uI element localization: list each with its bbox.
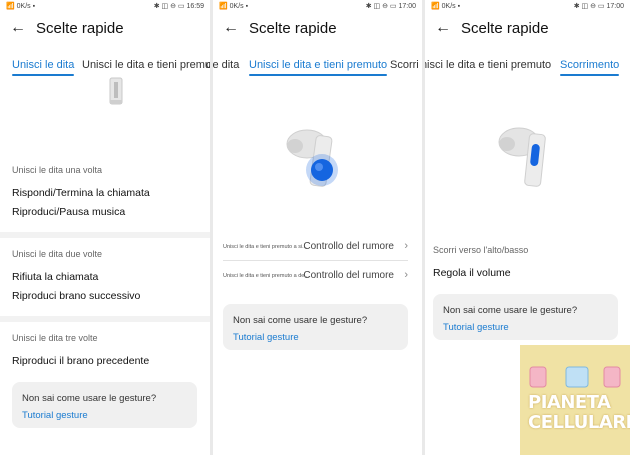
tab-unisci-tieni-premuto[interactable]: Unisci le dita e tieni premut (82, 59, 210, 71)
tab-scorrimento-partial[interactable]: Scorri (390, 59, 419, 71)
back-arrow-icon[interactable]: ← (10, 20, 26, 36)
status-bar: 📶 0K/s ▪ ✱ ◫ ⊖ ▭ 17:00 (213, 0, 422, 12)
section-label-due-volte: Unisci le dita due volte (12, 249, 103, 259)
tab-unisci-le-dita-partial[interactable]: Unisci le dita (213, 59, 239, 71)
status-right: ✱ ◫ ⊖ ▭ 16:59 (153, 3, 204, 10)
earbud-swipe-illustration (498, 127, 546, 187)
tab-bar: Unisci le dita e tieni premuto Scorrimen… (425, 56, 630, 76)
divider (0, 316, 210, 322)
tutorial-link[interactable]: Tutorial gesture (443, 322, 509, 333)
section-label-una-volta: Unisci le dita una volta (12, 165, 103, 175)
earbud-illustration (109, 77, 123, 105)
status-left: 📶 0K/s ▪ (6, 3, 36, 10)
status-right: ✱ ◫ ⊖ ▭ 17:00 (573, 3, 624, 10)
status-left: 📶 0K/s ▪ (219, 3, 249, 10)
section-label-scorri: Scorri verso l'alto/basso (433, 245, 529, 255)
status-left: 📶 0K/s ▪ (431, 3, 461, 10)
option-rispondi[interactable]: Rispondi/Termina la chiamata (12, 187, 150, 199)
row-label: Unisci le dita e tieni premuto a si... (223, 244, 307, 250)
divider (0, 232, 210, 238)
back-arrow-icon[interactable]: ← (223, 20, 239, 36)
tab-bar: Unisci le dita Unisci le dita e tieni pr… (213, 56, 422, 76)
section-label-tre-volte: Unisci le dita tre volte (12, 333, 98, 343)
status-bar: 📶 0K/s ▪ ✱ ◫ ⊖ ▭ 16:59 (0, 0, 210, 12)
screen-unisci-le-dita: 📶 0K/s ▪ ✱ ◫ ⊖ ▭ 16:59 ← Scelte rapide U… (0, 0, 210, 455)
page-title: Scelte rapide (36, 20, 124, 37)
option-brano-successivo[interactable]: Riproduci brano successivo (12, 290, 140, 302)
logo-line-2: CELLULARE (528, 412, 630, 433)
option-rifiuta[interactable]: Rifiuta la chiamata (12, 271, 98, 283)
header: ← Scelte rapide (0, 16, 210, 42)
row-label: Unisci le dita e tieni premuto a de... (223, 273, 309, 279)
option-riproduci-pausa[interactable]: Riproduci/Pausa musica (12, 206, 125, 218)
tutorial-link[interactable]: Tutorial gesture (233, 332, 299, 343)
tutorial-link[interactable]: Tutorial gesture (22, 410, 88, 421)
option-brano-precedente[interactable]: Riproduci il brano precedente (12, 355, 149, 367)
earbud-touch-illustration (286, 129, 338, 187)
tab-unisci-tieni-premuto[interactable]: Unisci le dita e tieni premuto (249, 59, 388, 76)
logo-line-1: PIANETA (528, 392, 611, 413)
header: ← Scelte rapide (213, 16, 422, 42)
logo-text: PIANETA CELLULARE (528, 393, 630, 433)
page-title: Scelte rapide (461, 20, 549, 37)
back-arrow-icon[interactable]: ← (435, 20, 451, 36)
header: ← Scelte rapide (425, 16, 630, 42)
tab-scorrimento[interactable]: Scorrimento (560, 59, 620, 76)
screen-tieni-premuto: 📶 0K/s ▪ ✱ ◫ ⊖ ▭ 17:00 ← Scelte rapide U… (213, 0, 422, 455)
help-question: Non sai come usare le gesture? (443, 305, 578, 316)
chevron-right-icon: › (404, 269, 408, 281)
help-card: Non sai come usare le gesture? Tutorial … (12, 382, 197, 428)
help-card: Non sai come usare le gesture? Tutorial … (223, 304, 408, 350)
setting-row-right[interactable]: Unisci le dita e tieni premuto a de... C… (223, 269, 408, 284)
tab-bar: Unisci le dita Unisci le dita e tieni pr… (0, 56, 210, 76)
setting-row-left[interactable]: Unisci le dita e tieni premuto a si... C… (223, 240, 408, 255)
row-value: Controllo del rumore (303, 270, 394, 281)
help-question: Non sai come usare le gesture? (233, 315, 368, 326)
row-value: Controllo del rumore (303, 241, 394, 252)
option-regola-volume[interactable]: Regola il volume (433, 267, 511, 279)
status-bar: 📶 0K/s ▪ ✱ ◫ ⊖ ▭ 17:00 (425, 0, 630, 12)
tab-unisci-tieni-premuto-partial[interactable]: Unisci le dita e tieni premuto (425, 59, 551, 71)
help-card: Non sai come usare le gesture? Tutorial … (433, 294, 618, 340)
row-divider (223, 260, 408, 261)
chevron-right-icon: › (404, 240, 408, 252)
help-question: Non sai come usare le gesture? (22, 393, 157, 404)
device-icons (529, 366, 621, 388)
pianeta-cellulare-logo: PIANETA CELLULARE (520, 345, 630, 455)
tab-unisci-le-dita[interactable]: Unisci le dita (12, 59, 75, 76)
page-title: Scelte rapide (249, 20, 337, 37)
tab-scorrimento-partial[interactable]: o (206, 59, 210, 71)
status-right: ✱ ◫ ⊖ ▭ 17:00 (365, 3, 416, 10)
